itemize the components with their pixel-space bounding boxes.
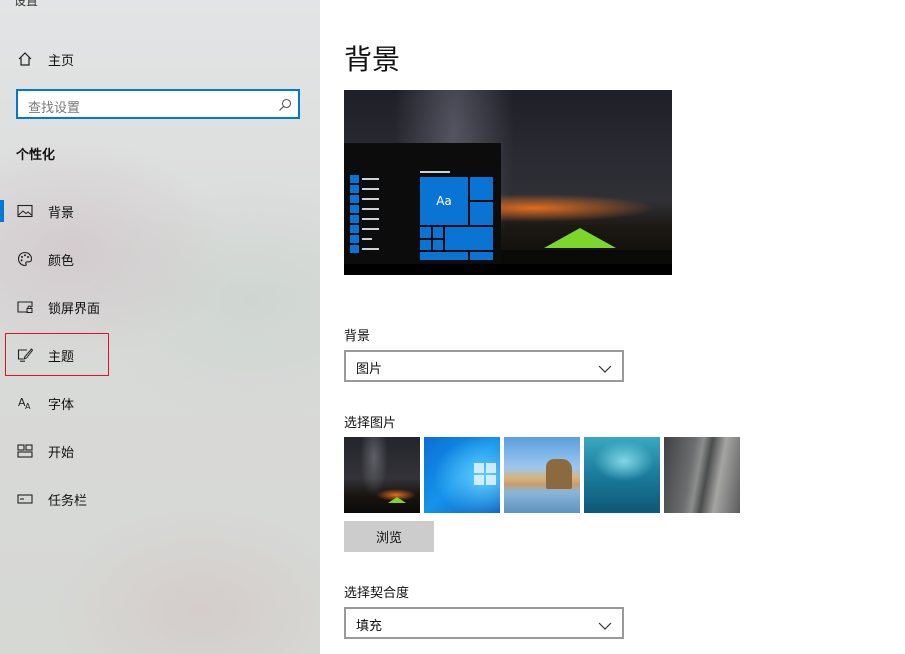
preview-app-icon [350,245,359,253]
font-icon: AA [16,394,34,412]
taskbar-icon [16,490,34,508]
sidebar-item-label: 开始 [48,445,75,461]
sidebar-item-fonts[interactable]: AA 字体 [16,392,74,414]
preview-tile-large: Aa [419,176,469,226]
lock-screen-icon [16,298,34,316]
picture-thumbnail-3[interactable] [504,437,580,513]
preview-tile [419,226,432,239]
thumb-tent [388,497,406,503]
sidebar-item-label: 背景 [48,205,75,221]
preview-app-line [362,248,379,250]
sidebar-item-color[interactable]: 颜色 [16,248,74,270]
browse-button[interactable]: 浏览 [344,521,434,552]
preview-app-icon [350,185,359,193]
fit-label: 选择契合度 [344,586,410,601]
sidebar-item-label: 颜色 [48,253,75,269]
page-title: 背景 [344,43,401,76]
chevron-down-icon [598,360,612,373]
chevron-down-icon [598,617,612,630]
picture-thumbnail-2[interactable] [424,437,500,513]
fit-value: 填充 [356,619,383,634]
preview-app-line [362,228,379,230]
background-type-value: 图片 [356,362,383,377]
nav-home[interactable]: 主页 [16,48,74,70]
preview-start-menu: Aa [344,143,501,264]
section-title: 个性化 [16,148,56,163]
background-label: 背景 [344,329,371,344]
preview-tile [432,226,444,239]
preview-app-icon [350,225,359,233]
preview-tile [432,239,444,251]
svg-text:A: A [25,402,31,411]
nav-home-label: 主页 [48,53,75,69]
picture-thumbnail-4[interactable] [584,437,660,513]
sidebar-item-lock-screen[interactable]: 锁屏界面 [16,296,100,318]
sidebar-item-label: 任务栏 [48,493,88,509]
preview-app-icon [350,195,359,203]
picture-thumbnail-1[interactable] [344,437,420,513]
search-icon[interactable] [278,97,292,111]
sidebar-item-label: 字体 [48,397,75,413]
preview-app-icon [350,175,359,183]
sidebar-item-taskbar[interactable]: 任务栏 [16,488,87,510]
preview-tile [419,251,469,261]
search-placeholder: 查找设置 [28,101,81,116]
preview-app-line [362,218,379,220]
preview-taskbar [344,264,672,275]
home-icon [16,50,34,68]
preview-tile [419,239,432,251]
preview-tile [469,251,494,261]
picture-thumbnail-5[interactable] [664,437,740,513]
preview-tile [469,201,494,226]
preview-app-line [362,178,379,180]
background-type-dropdown[interactable]: 图片 [344,350,624,382]
preview-tile [469,176,494,201]
sidebar: 设置 主页 查找设置 个性化 背景 颜色 锁屏界面 主题 A A 字体 开始 任… [0,0,320,654]
preview-tile-wide [444,226,494,251]
app-title: 设置 [14,0,39,8]
palette-icon [16,250,34,268]
thumb-rock [546,459,572,489]
picture-icon [16,202,34,220]
sidebar-item-background[interactable]: 背景 [16,200,74,222]
preview-app-icon [350,215,359,223]
main-content: 背景 Aa 背景 图片 选择图片 浏览 选择契合度 填充 [320,0,905,654]
highlight-box [5,333,109,376]
fit-dropdown[interactable]: 填充 [344,607,624,639]
preview-app-line [362,198,379,200]
sidebar-item-start[interactable]: 开始 [16,440,74,462]
preview-app-icon [350,235,359,243]
preview-group-header [420,171,450,173]
preview-app-line [362,208,379,210]
preview-tent [544,228,616,248]
search-input[interactable]: 查找设置 [16,89,300,119]
preview-app-icon [350,205,359,213]
background-preview: Aa [344,90,672,275]
active-indicator [0,200,4,222]
windows-logo-icon [474,463,496,485]
choose-picture-label: 选择图片 [344,416,397,431]
preview-app-line [362,188,379,190]
start-grid-icon [16,442,34,460]
preview-app-line [362,238,372,240]
sidebar-item-label: 锁屏界面 [48,301,101,317]
